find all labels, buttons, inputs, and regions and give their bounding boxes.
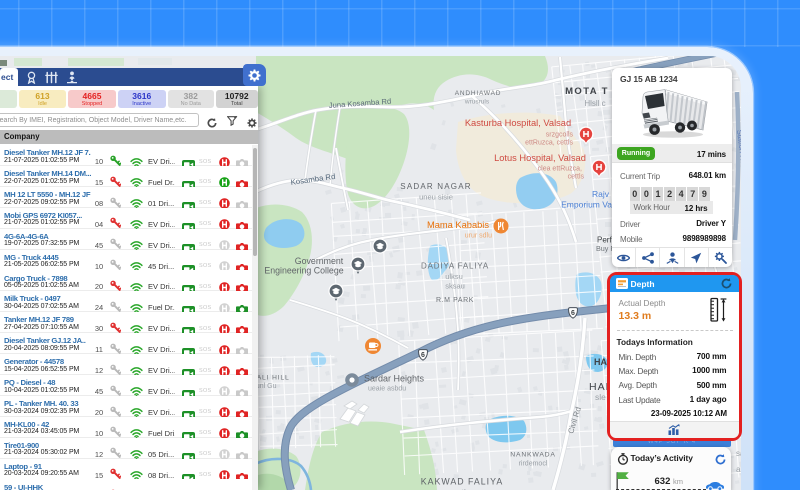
svg-text:MOTA T: MOTA T <box>565 86 609 97</box>
svg-text:Government: Government <box>295 256 344 266</box>
svg-text:sa: sa <box>736 449 741 458</box>
svg-text:clea ettRuzca,: clea ettRuzca, <box>538 166 582 173</box>
svg-text:srzgcolls: srzgcolls <box>546 132 574 139</box>
svg-text:Hlsll c: Hlsll c <box>584 99 605 108</box>
svg-text:NANKWADA: NANKWADA <box>510 452 555 459</box>
svg-text:sksau: sksau <box>445 282 465 291</box>
svg-text:sle: sle <box>595 392 606 402</box>
svg-text:Rajv: Rajv <box>592 189 610 199</box>
svg-text:wrusruls: wrusruls <box>464 99 490 106</box>
svg-text:ANDHIAWAD: ANDHIAWAD <box>455 90 501 97</box>
svg-text:Emporium Va: Emporium Va <box>561 200 612 210</box>
svg-text:cettls: cettls <box>568 174 585 181</box>
svg-text:Mama Kababis: Mama Kababis <box>427 220 489 230</box>
svg-text:Engineering College: Engineering College <box>264 266 343 276</box>
svg-text:urur sdlu: urur sdlu <box>465 233 492 240</box>
svg-text:Kasturba Hospital, Valsad: Kasturba Hospital, Valsad <box>465 118 571 128</box>
svg-text:al: al <box>736 465 741 474</box>
svg-text:rirdemocl: rirdemocl <box>519 461 548 468</box>
svg-text:Sardar Heights: Sardar Heights <box>364 374 425 384</box>
svg-text:uneu sisie: uneu sisie <box>419 193 453 202</box>
svg-text:ueaie asbdu: ueaie asbdu <box>368 386 406 393</box>
svg-text:Lotus Hospital, Valsad: Lotus Hospital, Valsad <box>494 153 586 163</box>
svg-text:R.M PARK: R.M PARK <box>436 297 474 304</box>
svg-text:6: 6 <box>571 310 575 317</box>
svg-text:HA: HA <box>594 357 607 367</box>
svg-text:SADAR NAGAR: SADAR NAGAR <box>400 182 471 191</box>
svg-text:6: 6 <box>421 352 425 359</box>
svg-text:ettRuzca, cettls: ettRuzca, cettls <box>525 140 573 147</box>
svg-text:ulksu: ulksu <box>445 272 463 281</box>
svg-text:DADIYA FALIYA: DADIYA FALIYA <box>421 262 489 271</box>
svg-text:KAKWAD FALIYA: KAKWAD FALIYA <box>421 477 503 487</box>
